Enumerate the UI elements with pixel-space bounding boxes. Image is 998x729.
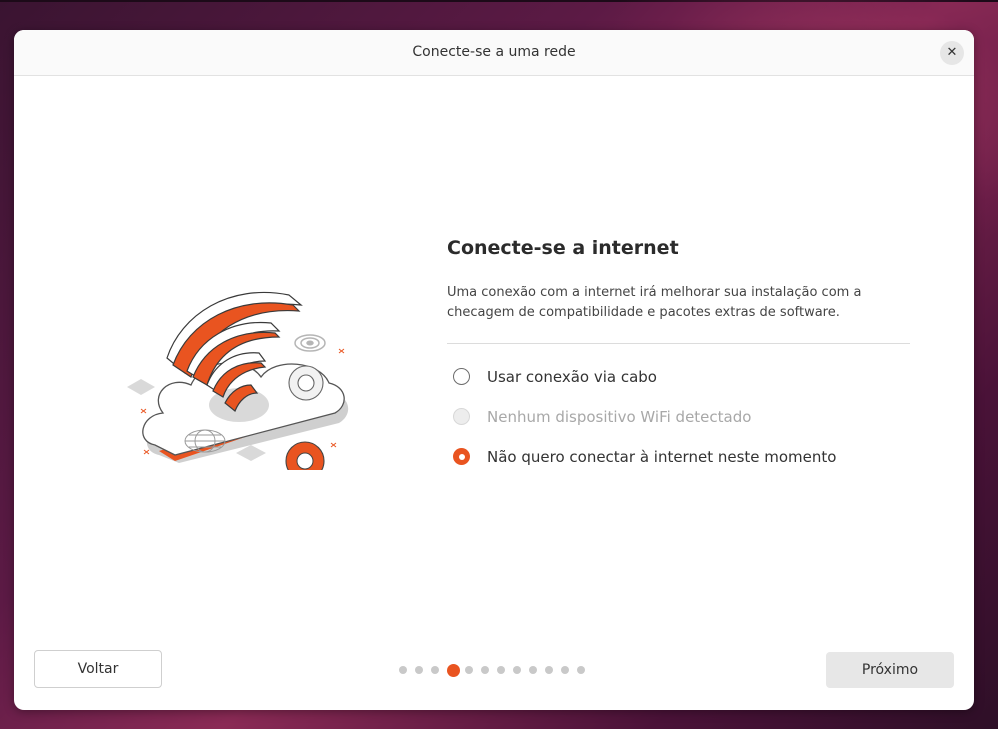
description-line-2: checagem de compatibilidade e pacotes ex…: [447, 305, 840, 320]
window-title: Conecte-se a uma rede: [412, 44, 576, 60]
option-wifi: Nenhum dispositivo WiFi detectado: [447, 408, 910, 428]
back-button[interactable]: Voltar: [34, 650, 162, 688]
connection-options: Usar conexão via cabo Nenhum dispositivo…: [447, 368, 910, 468]
divider: [447, 343, 910, 344]
step-dot: [497, 666, 505, 674]
close-icon: ✕: [946, 45, 958, 60]
option-wifi-label: Nenhum dispositivo WiFi detectado: [487, 408, 752, 426]
main-content: Conecte-se a internet Uma conexão com a …: [447, 235, 910, 488]
step-dot: [529, 666, 537, 674]
close-button[interactable]: ✕: [940, 41, 964, 65]
step-dot: [513, 666, 521, 674]
description: Uma conexão com a internet irá melhorar …: [447, 283, 910, 323]
step-dot: [465, 666, 473, 674]
installer-window: Conecte-se a uma rede ✕ Conecte-se a int…: [14, 30, 974, 710]
step-dot: [577, 666, 585, 674]
gear-icon-orange: [285, 441, 325, 470]
step-dot: [431, 666, 439, 674]
window-header: Conecte-se a uma rede ✕: [14, 30, 974, 76]
target-icon: [294, 334, 326, 352]
page-heading: Conecte-se a internet: [447, 237, 679, 259]
step-dot: [545, 666, 553, 674]
step-dot: [561, 666, 569, 674]
description-line-1: Uma conexão com a internet irá melhorar …: [447, 285, 862, 300]
step-dot-active: [447, 663, 460, 677]
step-dot: [415, 666, 423, 674]
option-wired[interactable]: Usar conexão via cabo: [447, 368, 910, 388]
gear-icon-grey: [288, 365, 324, 401]
step-dot: [399, 666, 407, 674]
wifi-cloud-illustration: [127, 291, 349, 470]
radio-disabled-icon: [453, 408, 470, 425]
option-no-internet[interactable]: Não quero conectar à internet neste mome…: [447, 448, 910, 468]
option-wired-label: Usar conexão via cabo: [487, 368, 657, 386]
option-no-internet-label: Não quero conectar à internet neste mome…: [487, 448, 837, 466]
radio-selected-icon[interactable]: [453, 448, 470, 465]
decor-diamond-left: [127, 379, 155, 395]
radio-unselected-icon[interactable]: [453, 368, 470, 385]
step-dot: [481, 666, 489, 674]
next-button[interactable]: Próximo: [826, 652, 954, 688]
